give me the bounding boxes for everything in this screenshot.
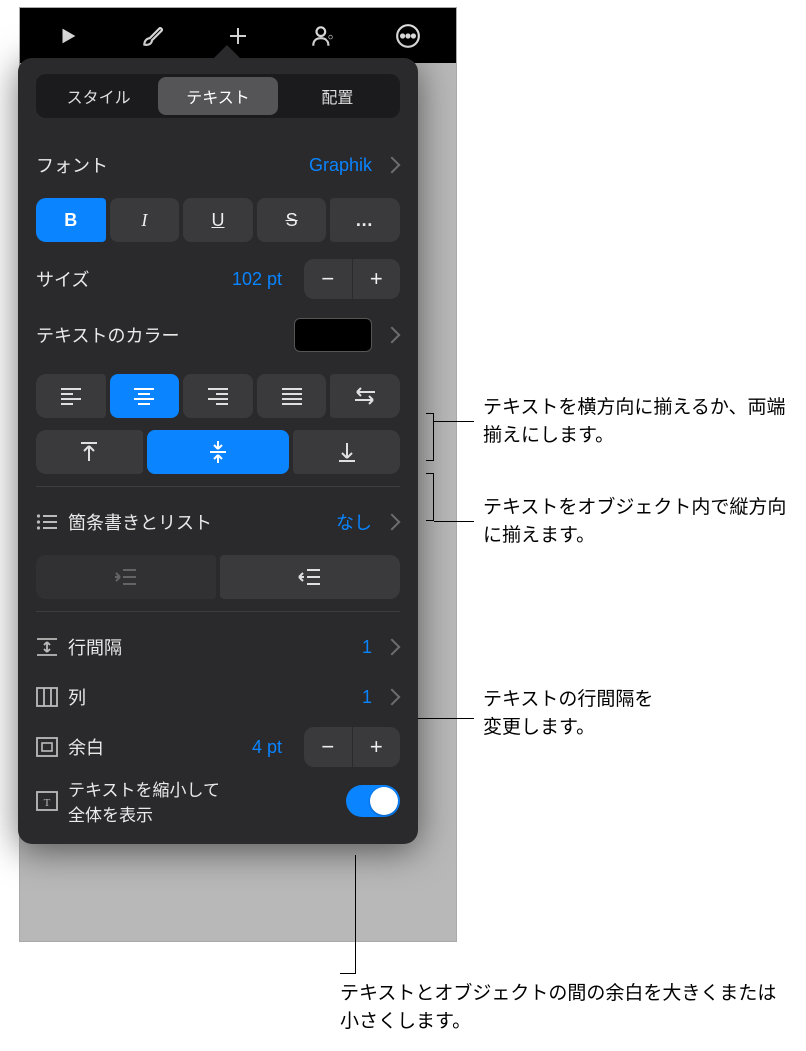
callout-leader (434, 521, 474, 522)
text-color-label: テキストのカラー (36, 322, 179, 348)
margin-plus-button[interactable]: + (353, 727, 401, 767)
tab-segmented-control: スタイル テキスト 配置 (36, 74, 400, 118)
bullets-icon (36, 513, 58, 531)
chevron-right-icon (384, 689, 401, 706)
bullets-row[interactable]: 箇条書きとリスト なし (36, 497, 400, 547)
callout-leader (340, 973, 356, 974)
svg-text:T: T (44, 797, 51, 809)
text-color-swatch[interactable] (294, 318, 372, 352)
size-value[interactable]: 102 pt (232, 269, 282, 290)
callout-bracket (426, 473, 434, 521)
indent-button[interactable] (220, 555, 400, 599)
vertical-align-row (36, 430, 400, 474)
font-row[interactable]: フォント Graphik (36, 140, 400, 190)
shrink-text-icon: T (36, 791, 58, 811)
line-spacing-row[interactable]: 行間隔 1 (36, 622, 400, 672)
line-spacing-icon (36, 637, 58, 657)
font-value: Graphik (309, 155, 372, 176)
callout-bracket (426, 413, 434, 461)
line-spacing-value: 1 (362, 637, 372, 658)
size-label: サイズ (36, 266, 89, 292)
shrink-label-1: テキストを縮小して (68, 776, 220, 801)
bold-button[interactable]: B (36, 198, 106, 242)
align-left-button[interactable] (36, 374, 106, 418)
align-center-button[interactable] (110, 374, 180, 418)
size-row: サイズ 102 pt − + (36, 254, 400, 304)
shrink-text-row: T テキストを縮小して 全体を表示 (36, 776, 400, 826)
callout-align-v: テキストをオブジェクト内で縦方向に揃えます。 (483, 494, 793, 549)
chevron-right-icon (384, 157, 401, 174)
align-justify-button[interactable] (257, 374, 327, 418)
strikethrough-button[interactable]: S (257, 198, 327, 242)
more-label: … (355, 210, 375, 231)
italic-button[interactable]: I (110, 198, 180, 242)
indent-row (36, 555, 400, 599)
italic-label: I (141, 210, 147, 231)
font-label: フォント (36, 152, 108, 178)
columns-label: 列 (68, 684, 86, 710)
bullets-label: 箇条書きとリスト (68, 509, 212, 535)
callout-margin: テキストとオブジェクトの間の余白を大きくまたは小さくします。 (340, 980, 780, 1035)
horizontal-align-row (36, 374, 400, 418)
margin-stepper: − + (304, 727, 400, 767)
size-stepper: − + (304, 259, 400, 299)
brush-icon[interactable] (121, 8, 185, 63)
size-minus-button[interactable]: − (304, 259, 353, 299)
callout-leader (418, 718, 474, 719)
align-right-button[interactable] (183, 374, 253, 418)
bold-label: B (64, 210, 77, 231)
size-plus-button[interactable]: + (353, 259, 401, 299)
callout-leader (355, 855, 356, 973)
tab-text[interactable]: テキスト (158, 77, 277, 115)
chevron-right-icon (384, 327, 401, 344)
more-icon[interactable] (376, 8, 440, 63)
align-middle-button[interactable] (147, 430, 289, 474)
shrink-label-2: 全体を表示 (68, 801, 220, 826)
chevron-right-icon (384, 639, 401, 656)
text-color-row[interactable]: テキストのカラー (36, 310, 400, 360)
tab-style[interactable]: スタイル (39, 77, 158, 115)
outdent-button[interactable] (36, 555, 216, 599)
callout-line-spacing: テキストの行間隔を 変更します。 (483, 686, 743, 741)
font-style-row: B I U S … (36, 198, 400, 242)
align-bottom-button[interactable] (293, 430, 400, 474)
format-panel: スタイル テキスト 配置 フォント Graphik B I U S … サイズ … (18, 58, 418, 844)
margin-row: 余白 4 pt − + (36, 722, 400, 772)
line-spacing-label: 行間隔 (68, 634, 122, 660)
callout-align-h: テキストを横方向に揃えるか、両端揃えにします。 (483, 394, 793, 449)
margin-label: 余白 (68, 734, 104, 760)
margin-minus-button[interactable]: − (304, 727, 353, 767)
collaborate-icon[interactable] (291, 8, 355, 63)
bullets-value: なし (336, 509, 372, 535)
margin-icon (36, 737, 58, 757)
columns-row[interactable]: 列 1 (36, 672, 400, 722)
underline-button[interactable]: U (183, 198, 253, 242)
callout-leader (434, 421, 474, 422)
tab-arrange[interactable]: 配置 (278, 77, 397, 115)
popover-arrow (213, 45, 241, 59)
columns-icon (36, 687, 58, 707)
more-options-button[interactable]: … (330, 198, 400, 242)
shrink-text-toggle[interactable] (346, 785, 400, 817)
align-top-button[interactable] (36, 430, 143, 474)
margin-value[interactable]: 4 pt (252, 737, 282, 758)
chevron-right-icon (384, 514, 401, 531)
strike-label: S (286, 210, 298, 231)
underline-label: U (211, 210, 224, 231)
text-direction-button[interactable] (330, 374, 400, 418)
columns-value: 1 (362, 687, 372, 708)
play-icon[interactable] (36, 8, 100, 63)
